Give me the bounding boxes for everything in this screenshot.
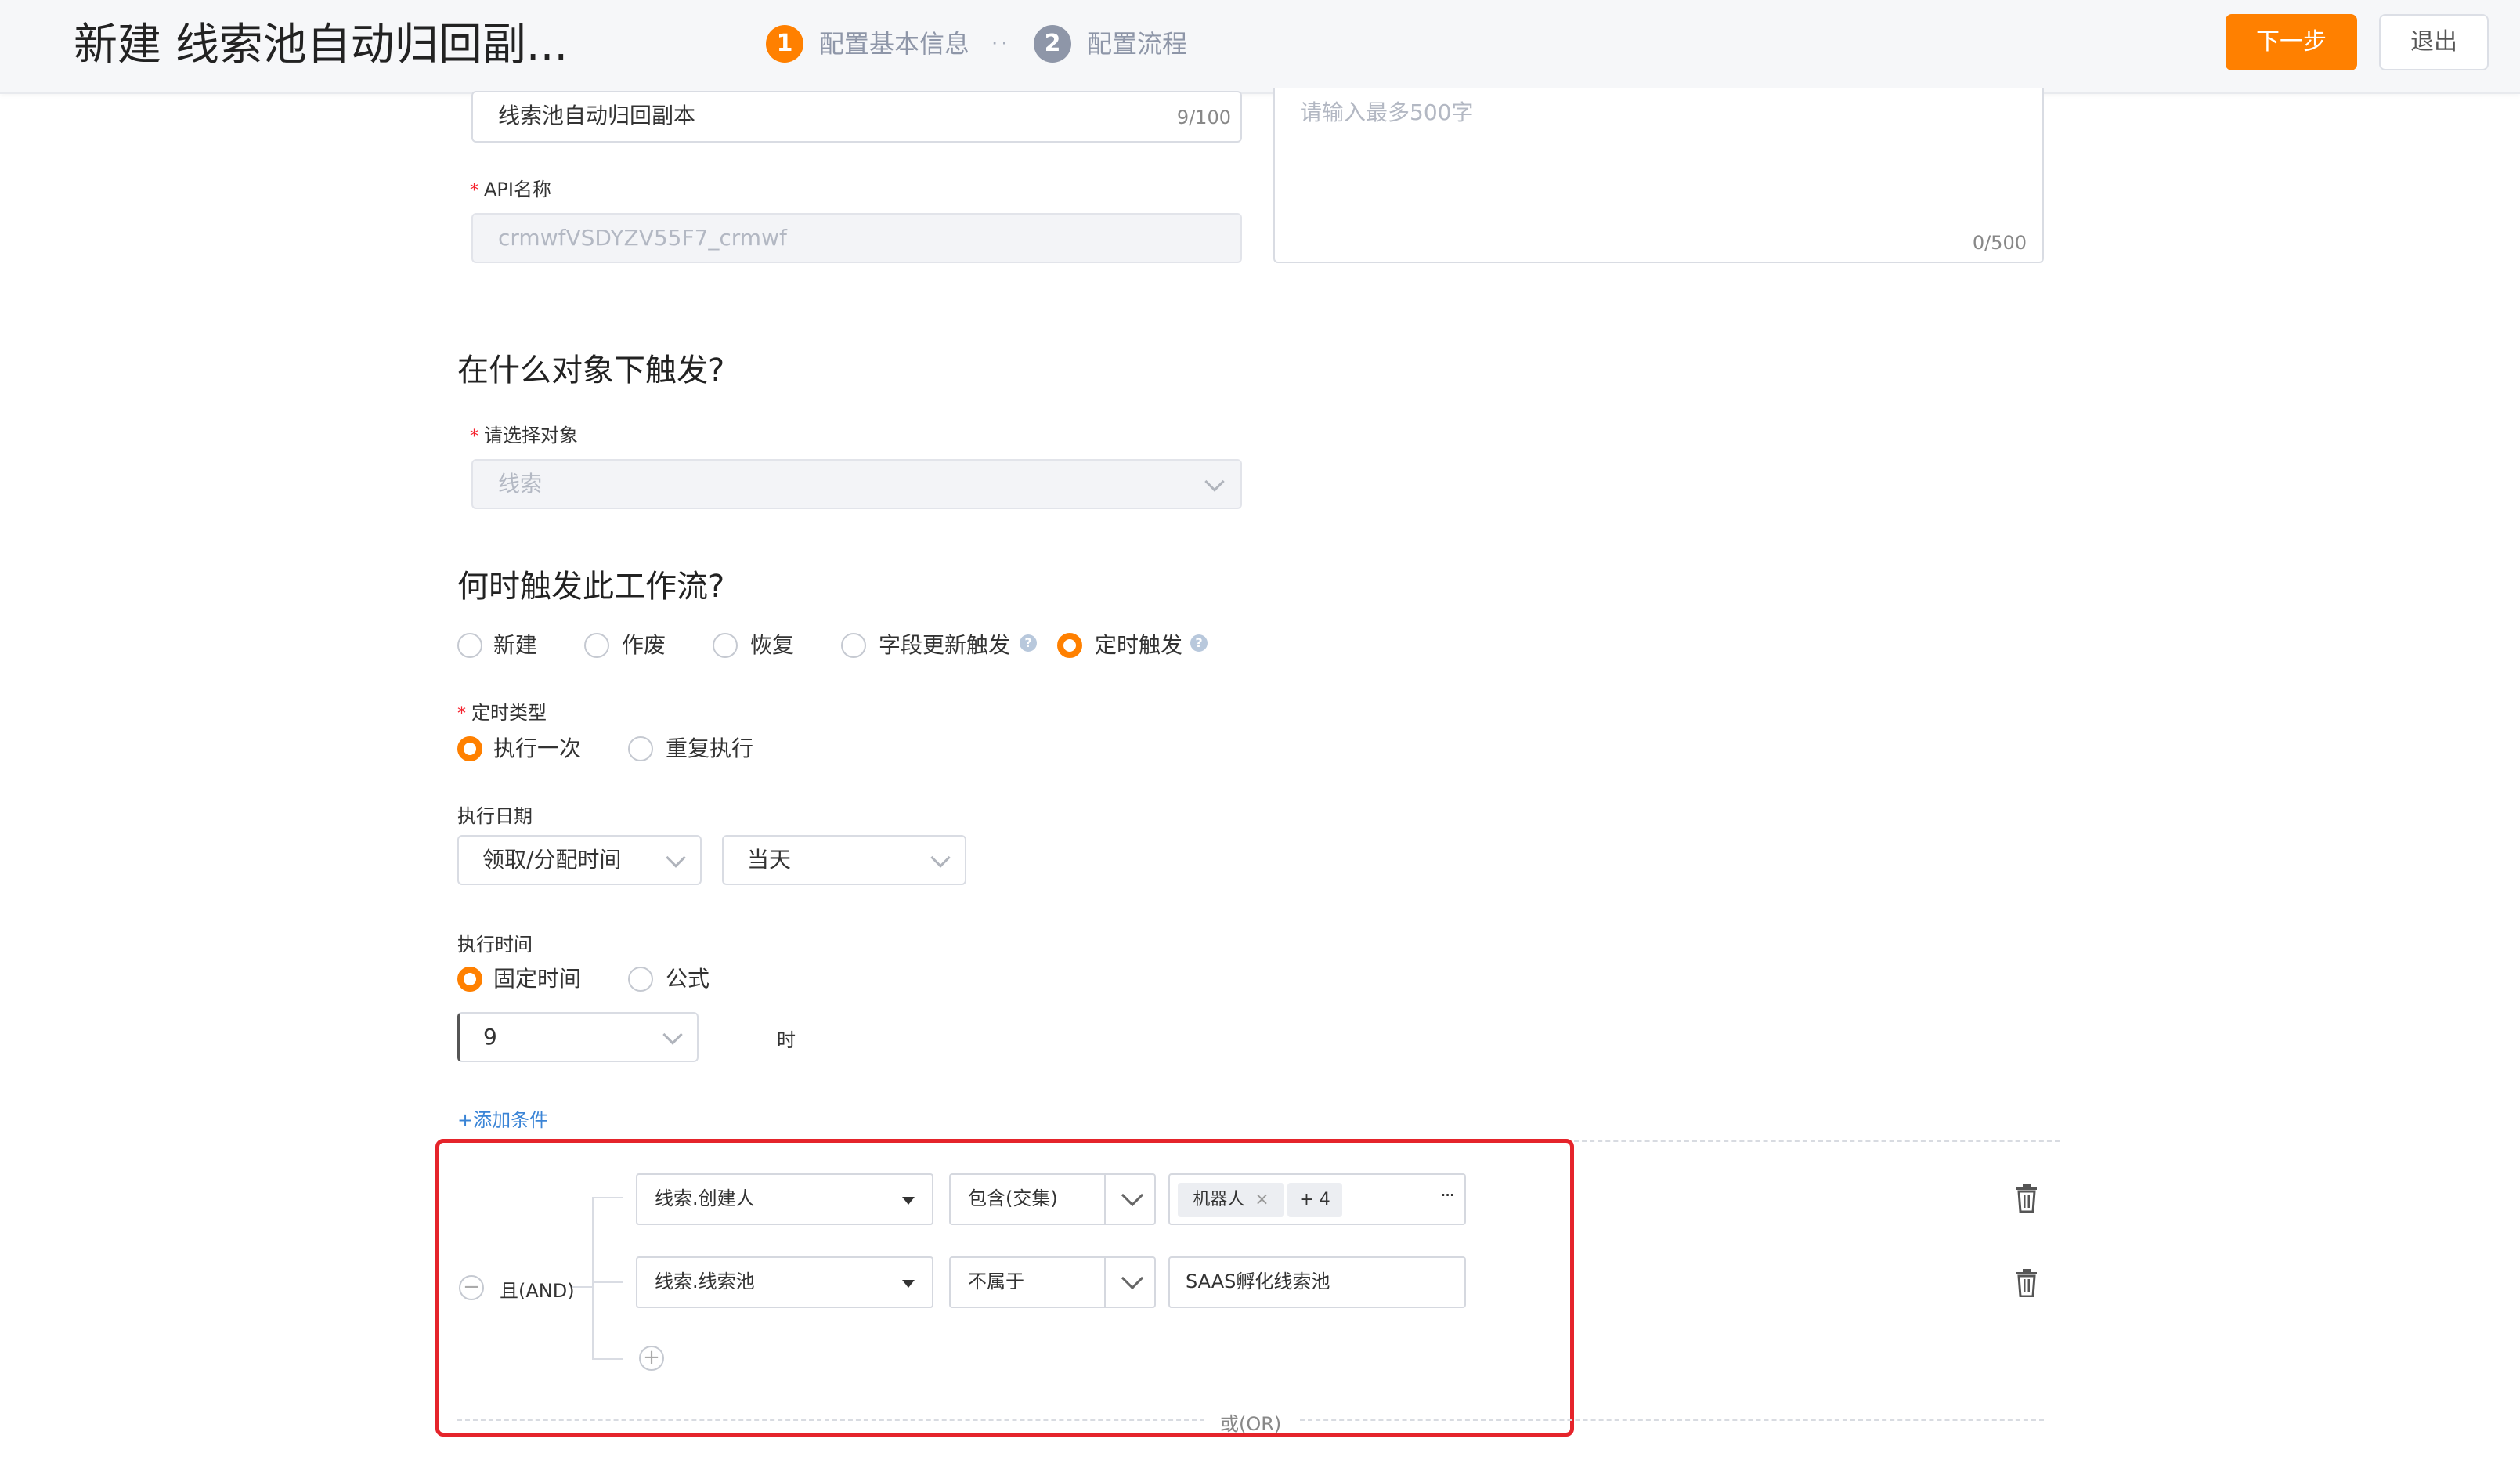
condition-value-input[interactable]: SAAS孵化线索池 <box>1168 1256 1466 1308</box>
condition-operator-select[interactable]: 不属于 <box>949 1256 1156 1308</box>
condition-value-multiselect[interactable]: 机器人 × + 4 ··· <box>1168 1173 1466 1225</box>
timer-type-label: * 定时类型 <box>457 702 547 724</box>
add-condition-link[interactable]: +添加条件 <box>457 1104 548 1132</box>
condition-field-value: 线索.创建人 <box>655 1187 755 1209</box>
chevron-down-icon <box>930 848 951 868</box>
trigger-radio-create[interactable] <box>457 633 482 658</box>
add-row-icon[interactable]: + <box>639 1346 664 1371</box>
condition-field-value: 线索.线索池 <box>655 1271 755 1292</box>
step-1-badge: 1 <box>766 25 803 63</box>
select-divider <box>1104 1175 1106 1224</box>
timer-type-repeat-radio[interactable] <box>628 736 653 761</box>
exec-time-formula-label: 公式 <box>666 966 710 992</box>
select-divider <box>1104 1258 1106 1307</box>
chevron-down-icon <box>1121 1267 1144 1290</box>
hour-unit-label: 时 <box>777 1029 796 1051</box>
tree-line <box>592 1281 623 1283</box>
timer-type-once-radio[interactable] <box>457 736 482 761</box>
object-select-label: * 请选择对象 <box>470 425 578 446</box>
timer-type-repeat-label: 重复执行 <box>666 736 754 761</box>
hour-value: 9 <box>483 1024 497 1050</box>
trigger-label-restore: 恢复 <box>750 632 795 658</box>
chevron-down-icon <box>666 848 686 868</box>
exec-time-label: 执行时间 <box>457 934 533 956</box>
description-counter: 0/500 <box>1972 232 2027 254</box>
tree-line <box>592 1197 594 1360</box>
tree-line <box>592 1358 623 1360</box>
conditions-top-divider <box>1574 1140 2060 1142</box>
condition-operator-value: 包含(交集) <box>968 1187 1058 1209</box>
exec-time-formula-radio[interactable] <box>628 967 653 992</box>
collapse-group-icon[interactable]: − <box>459 1275 484 1300</box>
trigger-radio-scheduled[interactable] <box>1057 633 1082 658</box>
trigger-label-field-update: 字段更新触发 <box>879 632 1011 658</box>
caret-down-icon <box>902 1280 915 1288</box>
condition-operator-select[interactable]: 包含(交集) <box>949 1173 1156 1225</box>
description-textarea[interactable]: 请输入最多500字 0/500 <box>1273 88 2044 263</box>
trigger-label-void: 作废 <box>622 632 666 658</box>
next-step-button[interactable]: 下一步 <box>2226 14 2357 70</box>
exec-date-offset-select[interactable]: 当天 <box>722 835 966 885</box>
step-2-label[interactable]: 配置流程 <box>1087 25 1187 63</box>
or-divider-left <box>457 1419 1204 1421</box>
delete-icon[interactable] <box>2016 1269 2038 1297</box>
exec-time-fixed-radio[interactable] <box>457 967 482 992</box>
tag-close-icon[interactable]: × <box>1255 1190 1269 1209</box>
condition-field-select[interactable]: 线索.创建人 <box>636 1173 933 1225</box>
workflow-name-input[interactable]: 线索池自动归回副本 9/100 <box>471 91 1242 143</box>
delete-icon[interactable] <box>2016 1184 2038 1213</box>
exec-date-offset-value: 当天 <box>747 847 792 873</box>
chevron-down-icon <box>1121 1184 1144 1207</box>
trigger-radio-void[interactable] <box>584 633 609 658</box>
tree-line <box>592 1197 623 1198</box>
or-label: 或(OR) <box>1220 1413 1282 1435</box>
workflow-name-counter: 9/100 <box>1176 107 1231 128</box>
workflow-name-value: 线索池自动归回副本 <box>498 103 696 128</box>
object-select-value: 线索 <box>498 471 543 497</box>
caret-down-icon <box>902 1197 915 1205</box>
trigger-label-create: 新建 <box>493 632 538 658</box>
trigger-label-scheduled: 定时触发 <box>1095 632 1183 658</box>
condition-value-text: SAAS孵化线索池 <box>1186 1271 1330 1292</box>
timer-type-once-label: 执行一次 <box>493 736 582 761</box>
chevron-down-icon <box>662 1025 683 1045</box>
object-select: 线索 <box>471 459 1242 509</box>
or-divider-right <box>1300 1419 2044 1421</box>
hour-select[interactable]: 9 <box>457 1012 699 1062</box>
help-icon[interactable]: ? <box>1190 634 1208 652</box>
exec-date-field-select[interactable]: 领取/分配时间 <box>457 835 702 885</box>
api-name-label: * API名称 <box>470 179 551 201</box>
step-1-label[interactable]: 配置基本信息 <box>819 25 969 63</box>
condition-operator-value: 不属于 <box>968 1271 1024 1292</box>
value-tag: 机器人 × <box>1178 1183 1284 1217</box>
and-group-label: 且(AND) <box>500 1280 575 1302</box>
trigger-radio-restore[interactable] <box>713 633 738 658</box>
trigger-section-title: 何时触发此工作流? <box>457 569 725 605</box>
chevron-down-icon <box>1204 472 1225 492</box>
trigger-radio-field-update[interactable] <box>841 633 866 658</box>
exec-time-fixed-label: 固定时间 <box>493 966 582 992</box>
step-separator: ·· <box>991 32 1011 56</box>
condition-field-select[interactable]: 线索.线索池 <box>636 1256 933 1308</box>
api-name-input: crmwfVSDYZV55F7_crmwf <box>471 213 1242 263</box>
object-section-title: 在什么对象下触发? <box>457 352 725 389</box>
api-name-value: crmwfVSDYZV55F7_crmwf <box>498 225 787 251</box>
tree-line <box>572 1286 594 1288</box>
value-tag-label: 机器人 <box>1193 1190 1245 1209</box>
exec-date-label: 执行日期 <box>457 805 533 827</box>
exec-date-field-value: 领取/分配时间 <box>482 847 622 873</box>
help-icon[interactable]: ? <box>1020 634 1037 652</box>
more-options-icon[interactable]: ··· <box>1440 1172 1455 1219</box>
step-2-badge: 2 <box>1034 25 1071 63</box>
description-placeholder: 请输入最多500字 <box>1300 99 1474 125</box>
more-tags-badge[interactable]: + 4 <box>1287 1183 1342 1217</box>
page-title: 新建 线索池自动归回副... <box>74 20 569 70</box>
exit-button[interactable]: 退出 <box>2379 14 2489 70</box>
